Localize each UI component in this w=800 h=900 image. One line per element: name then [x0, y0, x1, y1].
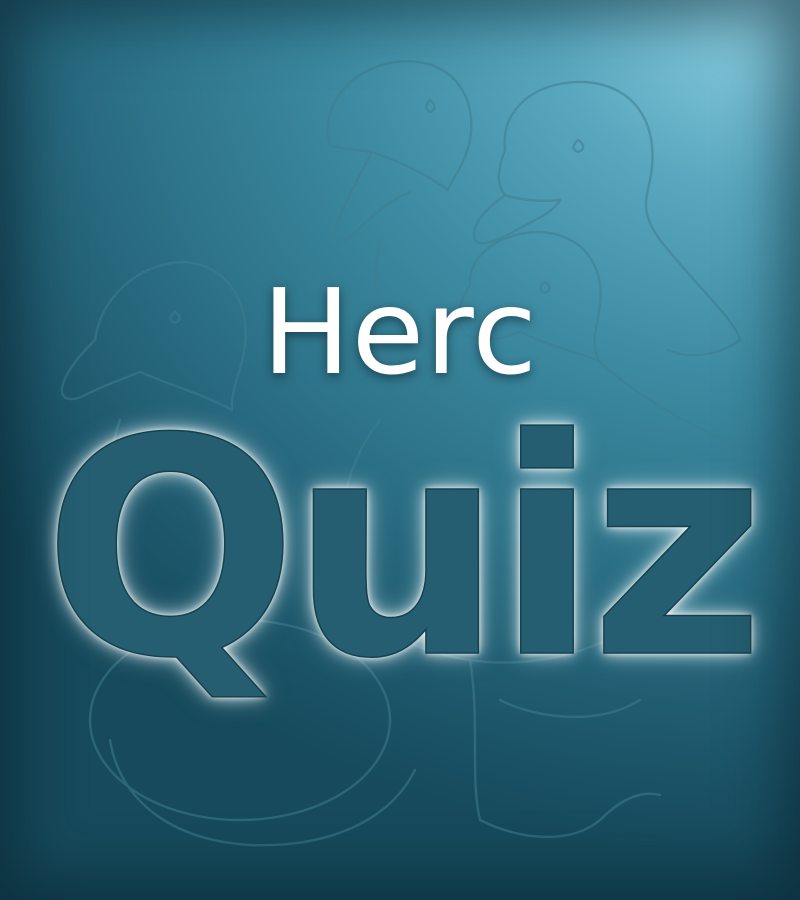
- quiz-poster: Herc Quiz: [0, 0, 800, 900]
- poster-title: Quiz: [42, 375, 766, 724]
